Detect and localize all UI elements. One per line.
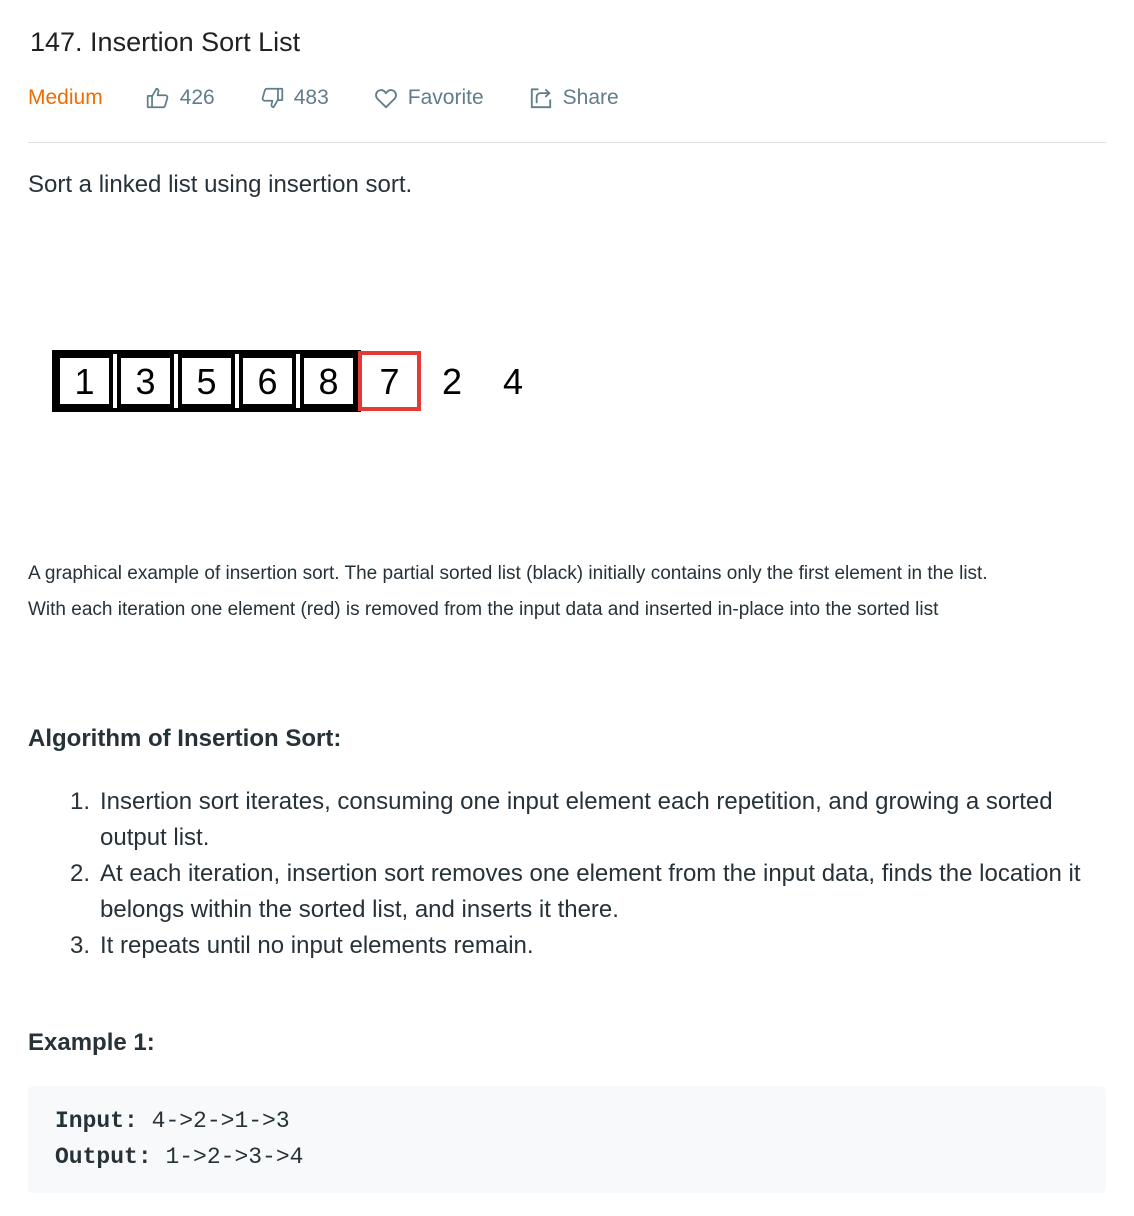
output-value: 1->2->3->4 xyxy=(165,1144,304,1170)
heart-icon xyxy=(374,89,397,109)
insertion-sort-figure: 135687 24 xyxy=(52,348,572,418)
divider xyxy=(28,142,1106,143)
caption-line-2: With each iteration one element (red) is… xyxy=(28,599,939,620)
share-button[interactable]: Share xyxy=(528,85,619,111)
algorithm-step: 1. Insertion sort iterates, consuming on… xyxy=(28,784,1106,856)
input-label: Input: xyxy=(55,1108,138,1134)
output-label: Output: xyxy=(55,1144,152,1170)
dislike-button[interactable]: 483 xyxy=(259,85,329,111)
step-number: 3. xyxy=(70,932,91,959)
sorted-node-value: 5 xyxy=(196,361,216,402)
algorithm-heading: Algorithm of Insertion Sort: xyxy=(28,725,342,752)
difficulty-badge: Medium xyxy=(28,86,103,109)
step-text: It repeats until no input elements remai… xyxy=(100,932,534,959)
page-title: 147. Insertion Sort List xyxy=(30,27,301,57)
dislike-count: 483 xyxy=(293,86,329,109)
example-code-block: Input: 4->2->1->3 Output: 1->2->3->4 xyxy=(28,1086,1106,1193)
sorted-node-value: 3 xyxy=(135,361,155,402)
problem-meta-bar: Medium 426 483 Favorite Share xyxy=(28,80,619,116)
example-heading: Example 1: xyxy=(28,1029,155,1056)
like-count: 426 xyxy=(179,86,215,109)
algorithm-step: 3. It repeats until no input elements re… xyxy=(28,928,1106,964)
thumbs-down-icon xyxy=(261,87,283,109)
input-value: 4->2->1->3 xyxy=(151,1108,290,1134)
thumbs-up-icon xyxy=(146,87,168,109)
algorithm-steps: 1. Insertion sort iterates, consuming on… xyxy=(28,784,1106,964)
caption-line-1: A graphical example of insertion sort. T… xyxy=(28,563,988,584)
problem-description: Sort a linked list using insertion sort. xyxy=(28,171,413,198)
figure-caption: A graphical example of insertion sort. T… xyxy=(28,556,1106,628)
current-node-value: 7 xyxy=(379,361,399,402)
remaining-node-value: 4 xyxy=(503,361,523,402)
remaining-node-value: 2 xyxy=(442,361,462,402)
sorted-node-value: 6 xyxy=(257,361,277,402)
example-output-line: Output: 1->2->3->4 xyxy=(55,1140,303,1174)
like-button[interactable]: 426 xyxy=(145,85,215,111)
step-text: At each iteration, insertion sort remove… xyxy=(100,860,1081,923)
step-number: 2. xyxy=(70,860,91,887)
share-label: Share xyxy=(562,86,619,109)
favorite-button[interactable]: Favorite xyxy=(373,85,484,111)
step-number: 1. xyxy=(70,788,91,815)
favorite-label: Favorite xyxy=(407,86,484,109)
sorted-node-value: 8 xyxy=(318,361,338,402)
sorted-node-value: 1 xyxy=(74,361,94,402)
insertion-sort-diagram: 135687 24 xyxy=(52,350,523,412)
step-text: Insertion sort iterates, consuming one i… xyxy=(100,788,1053,851)
algorithm-step: 2. At each iteration, insertion sort rem… xyxy=(28,856,1106,928)
share-icon xyxy=(530,88,551,109)
example-input-line: Input: 4->2->1->3 xyxy=(55,1104,290,1138)
